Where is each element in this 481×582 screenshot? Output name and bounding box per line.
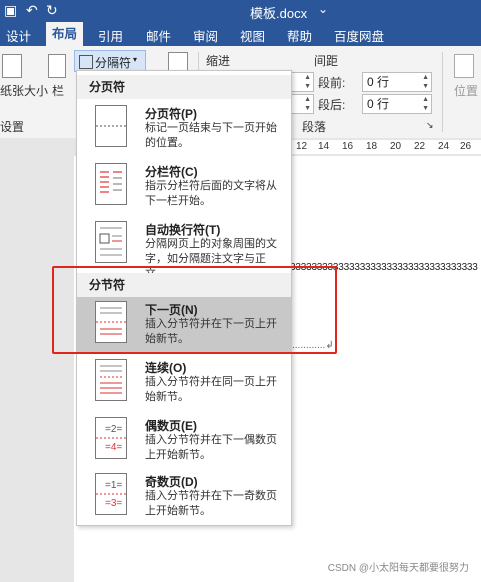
page-setup-group-label: 设置 bbox=[0, 120, 25, 134]
paragraph-group-label: 段落 bbox=[302, 120, 327, 134]
menu-item-page-break[interactable]: › 分页符(P) 标记一页结束与下一页开始的位置。 bbox=[77, 101, 291, 157]
ruler-tick: 22 bbox=[414, 141, 426, 152]
menu-item-title: 连续(O) bbox=[145, 361, 187, 375]
menu-item-even-page[interactable]: =2= =4= 偶数页(E) 插入分节符并在下一偶数页上开始新节。 bbox=[77, 413, 291, 469]
spacing-before-value: 0 行 bbox=[367, 75, 390, 89]
text-wrapping-break-icon bbox=[95, 221, 127, 263]
divider bbox=[442, 52, 443, 132]
tab-mailings[interactable]: 邮件 bbox=[146, 26, 171, 45]
paper-size-label[interactable]: 纸张大小 bbox=[0, 82, 48, 99]
indent-left-input[interactable]: ▲ ▼ bbox=[290, 72, 314, 92]
spinner-icon[interactable]: ▲ ▼ bbox=[422, 73, 429, 91]
ribbon-tabs: 设计 布局 引用 邮件 审阅 视图 帮助 百度网盘 bbox=[0, 22, 481, 46]
annotation-highlight bbox=[52, 266, 337, 354]
menu-item-desc: 标记一页结束与下一页开始的位置。 bbox=[145, 122, 277, 149]
ruler-tick: 16 bbox=[342, 141, 354, 152]
position-label[interactable]: 位置 bbox=[454, 82, 478, 99]
tab-references[interactable]: 引用 bbox=[98, 26, 123, 45]
ruler-tick: 24 bbox=[438, 141, 450, 152]
spacing-after-input[interactable]: 0 行 ▲ ▼ bbox=[362, 94, 432, 114]
menu-item-title: 奇数页(D) bbox=[145, 475, 198, 489]
watermark: CSDN @小太阳每天都要很努力 bbox=[327, 563, 469, 574]
svg-text:=2=: =2= bbox=[105, 424, 122, 435]
svg-text:=4=: =4= bbox=[105, 442, 122, 453]
spinner-icon[interactable]: ▲ ▼ bbox=[304, 95, 311, 113]
redo-icon[interactable]: ↻ bbox=[46, 2, 58, 19]
menu-item-desc: 插入分节符并在下一偶数页上开始新节。 bbox=[145, 434, 277, 461]
tab-view[interactable]: 视图 bbox=[240, 26, 265, 45]
paper-size-icon[interactable] bbox=[2, 54, 22, 78]
menu-item-odd-page[interactable]: =1= =3= 奇数页(D) 插入分节符并在下一奇数页上开始新节。 bbox=[77, 469, 291, 525]
column-break-icon bbox=[95, 163, 127, 205]
save-icon[interactable]: ▣ bbox=[4, 2, 17, 19]
tab-help[interactable]: 帮助 bbox=[287, 26, 312, 45]
vertical-ruler bbox=[0, 156, 74, 582]
spinner-icon[interactable]: ▲ ▼ bbox=[304, 73, 311, 91]
menu-item-desc: 指示分栏符后面的文字将从下一栏开始。 bbox=[145, 180, 277, 207]
page-break-icon: › bbox=[90, 105, 127, 147]
document-title: 模板.docx bbox=[250, 6, 308, 21]
ruler-tick: 12 bbox=[296, 141, 308, 152]
menu-item-column-break[interactable]: 分栏符(C) 指示分栏符后面的文字将从下一栏开始。 bbox=[77, 159, 291, 215]
spacing-before-input[interactable]: 0 行 ▲ ▼ bbox=[362, 72, 432, 92]
tab-design[interactable]: 设计 bbox=[6, 26, 31, 45]
page-breaks-header: 分页符 bbox=[77, 75, 291, 99]
odd-page-icon: =1= =3= bbox=[95, 473, 127, 515]
tab-layout[interactable]: 布局 bbox=[46, 22, 84, 46]
undo-icon[interactable]: ↶ bbox=[26, 2, 38, 19]
spacing-before-label: 段前: bbox=[318, 76, 346, 90]
breaks-label: 分隔符 bbox=[95, 56, 132, 70]
ruler-tick: 14 bbox=[318, 141, 330, 152]
menu-item-desc: 插入分节符并在下一奇数页上开始新节。 bbox=[145, 490, 277, 517]
spinner-icon[interactable]: ▲ ▼ bbox=[422, 95, 429, 113]
breaks-icon bbox=[79, 55, 93, 69]
chevron-down-icon[interactable]: ⌄ bbox=[318, 2, 328, 16]
svg-text:=1=: =1= bbox=[105, 480, 122, 491]
columns-icon[interactable] bbox=[48, 54, 66, 78]
columns-label[interactable]: 栏 bbox=[52, 82, 64, 99]
spacing-after-label: 段后: bbox=[318, 98, 346, 112]
ruler-tick: 18 bbox=[366, 141, 378, 152]
svg-text:=3=: =3= bbox=[105, 498, 122, 509]
indent-right-input[interactable]: ▲ ▼ bbox=[290, 94, 314, 114]
breaks-button[interactable]: 分隔符 ▾ bbox=[74, 50, 146, 72]
tab-baidu-netdisk[interactable]: 百度网盘 bbox=[334, 26, 384, 45]
title-bar: ▣ ↶ ↻ 模板.docx ⌄ bbox=[0, 0, 481, 22]
menu-item-title: 偶数页(E) bbox=[145, 419, 197, 433]
continuous-icon bbox=[95, 359, 127, 401]
indent-label: 缩进 bbox=[206, 54, 231, 68]
ruler-tick: 26 bbox=[460, 141, 472, 152]
spacing-after-value: 0 行 bbox=[367, 97, 390, 111]
tab-review[interactable]: 审阅 bbox=[193, 26, 218, 45]
spacing-label: 间距 bbox=[314, 54, 339, 68]
menu-item-text-wrapping-break[interactable]: 自动换行符(T) 分隔网页上的对象周围的文字，如分隔题注文字与正文。 bbox=[77, 217, 291, 280]
even-page-icon: =2= =4= bbox=[95, 417, 127, 459]
menu-item-title: 分栏符(C) bbox=[145, 165, 198, 179]
position-icon[interactable] bbox=[454, 54, 474, 78]
dialog-launcher-icon[interactable]: ↘ bbox=[426, 120, 434, 131]
menu-item-title: 自动换行符(T) bbox=[145, 223, 221, 237]
menu-item-desc: 插入分节符并在同一页上开始新节。 bbox=[145, 376, 277, 403]
ruler-tick: 20 bbox=[390, 141, 402, 152]
chevron-down-icon: ▾ bbox=[133, 55, 138, 64]
menu-item-continuous[interactable]: 连续(O) 插入分节符并在同一页上开始新节。 bbox=[77, 355, 291, 411]
menu-item-title: 分页符(P) bbox=[145, 107, 197, 121]
